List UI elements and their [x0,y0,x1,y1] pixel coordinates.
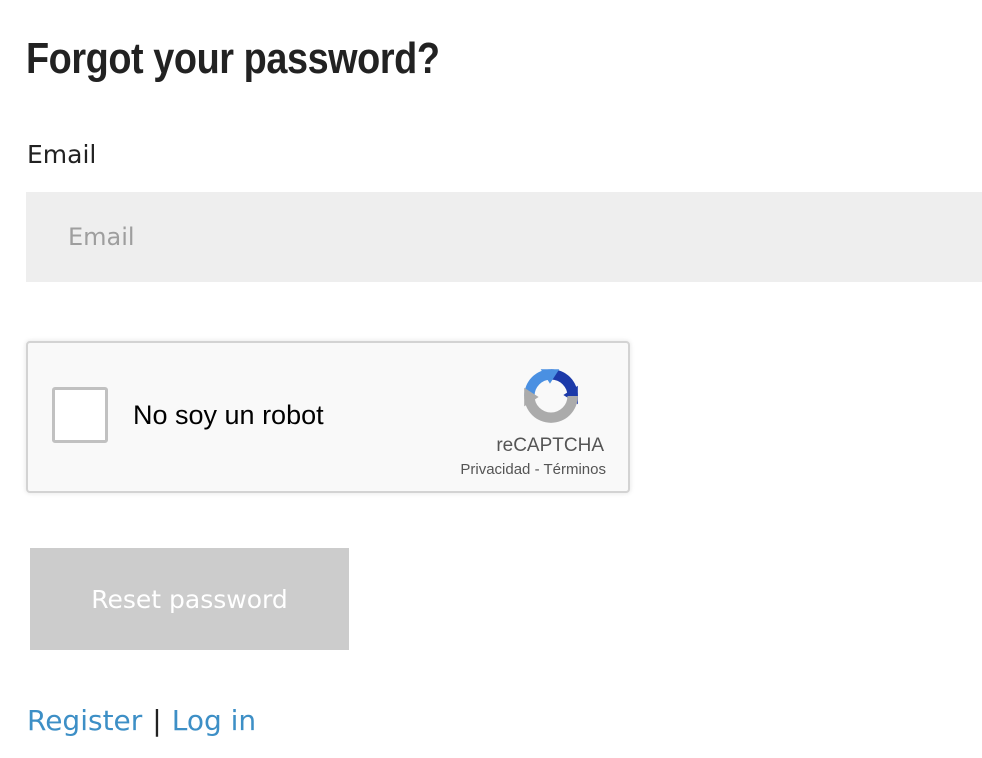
auth-links: Register | Log in [27,704,256,737]
reset-password-button[interactable]: Reset password [30,548,349,650]
recaptcha-brand: reCAPTCHA [496,435,604,456]
recaptcha-links-separator: - [534,461,540,478]
recaptcha-terms-link[interactable]: Términos [543,461,606,478]
recaptcha-widget: No soy un robot reCAPTCHA Privacidad - T… [26,341,630,493]
recaptcha-logo-icon [524,369,578,423]
register-link[interactable]: Register [27,704,142,737]
links-separator: | [152,704,162,737]
email-field[interactable] [26,192,982,282]
email-label: Email [27,140,97,169]
recaptcha-checkbox-label: No soy un robot [133,400,324,430]
page-title: Forgot your password? [26,34,440,83]
recaptcha-links: Privacidad - Términos [460,461,606,478]
login-link[interactable]: Log in [172,704,256,737]
recaptcha-privacy-link[interactable]: Privacidad [460,461,530,478]
recaptcha-checkbox[interactable] [52,387,108,443]
